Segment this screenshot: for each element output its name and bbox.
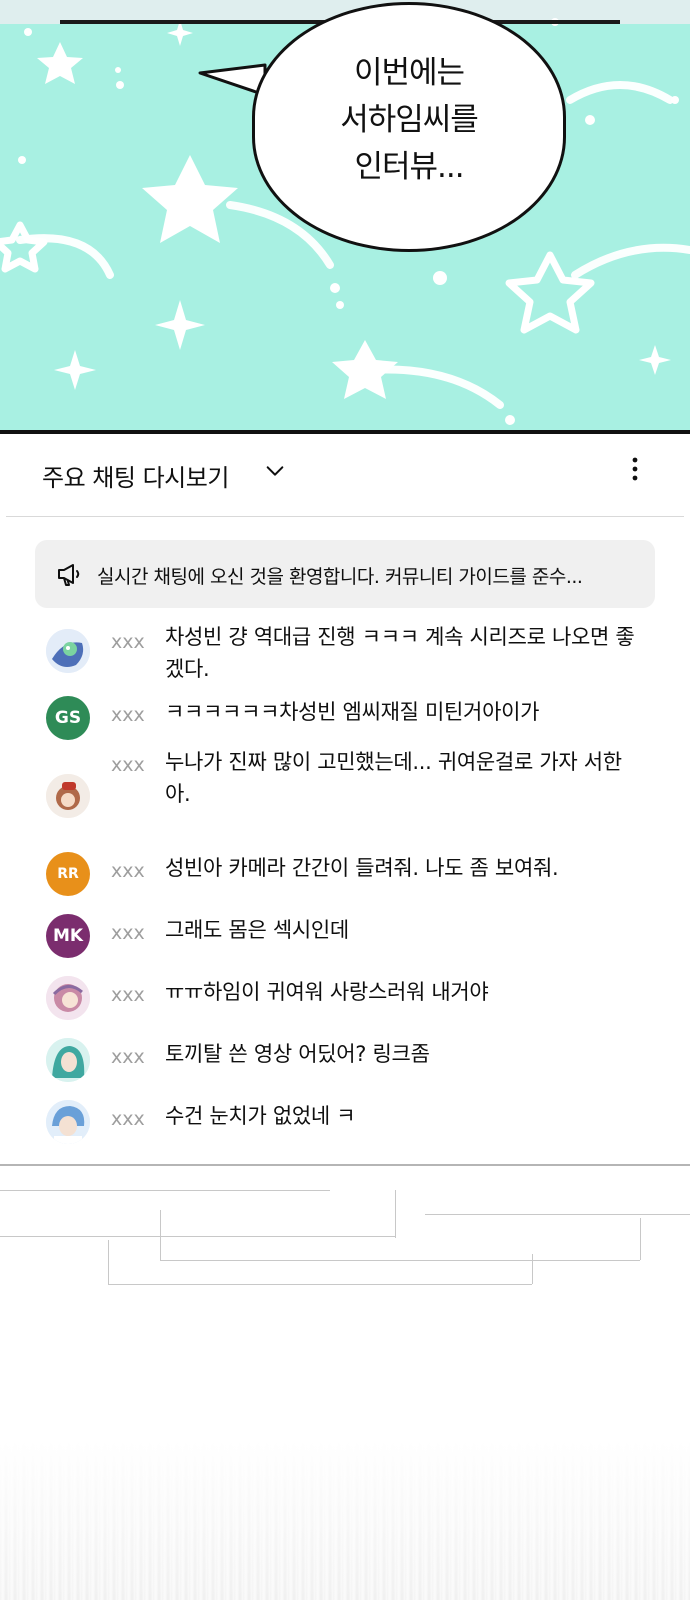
- avatar-image: [46, 1038, 90, 1082]
- message-text: 그래도 몸은 섹시인데: [165, 918, 349, 942]
- avatar-image: [46, 629, 90, 673]
- avatar[interactable]: [46, 774, 90, 818]
- author-name[interactable]: xxx: [111, 984, 145, 1006]
- author-name[interactable]: xxx: [111, 754, 145, 776]
- welcome-banner: 실시간 채팅에 오신 것을 환영합니다. 커뮤니티 가이드를 준수...: [35, 540, 655, 608]
- message-text: 누나가 진짜 많이 고민했는데... 귀여운걸로 가자 서한아.: [165, 750, 622, 806]
- avatar[interactable]: RR: [46, 852, 90, 896]
- avatar-image: [46, 1100, 90, 1144]
- chat-header: 주요 채팅 다시보기: [0, 434, 690, 516]
- glitch-line: [395, 1190, 396, 1238]
- author-name[interactable]: xxx: [111, 1046, 145, 1068]
- author-name[interactable]: xxx: [111, 631, 145, 653]
- avatar-image: [46, 976, 90, 1020]
- chat-mode-title[interactable]: 주요 채팅 다시보기: [42, 458, 229, 493]
- header-divider: [6, 516, 684, 517]
- glitch-line: [0, 1164, 690, 1166]
- message-text: ㅠㅠ하임이 귀여워 사랑스러워 내거야: [165, 980, 489, 1004]
- message-text: 차성빈 걍 역대급 진행 ㅋㅋㅋ 계속 시리즈로 나오면 좋겠다.: [165, 625, 635, 681]
- author-name[interactable]: xxx: [111, 860, 145, 882]
- avatar-initials: RR: [57, 866, 79, 882]
- bubble-line: 이번에는: [353, 55, 465, 91]
- glitch-line: [640, 1218, 641, 1260]
- megaphone-icon: [58, 564, 80, 586]
- avatar[interactable]: GS: [46, 696, 90, 740]
- avatar[interactable]: [46, 629, 90, 673]
- glitch-line: [160, 1236, 395, 1237]
- banner-text: 실시간 채팅에 오신 것을 환영합니다. 커뮤니티 가이드를 준수...: [97, 566, 583, 588]
- avatar[interactable]: [46, 1038, 90, 1082]
- more-vert-icon[interactable]: [620, 454, 650, 484]
- glitch-line: [160, 1260, 640, 1261]
- avatar[interactable]: MK: [46, 914, 90, 958]
- glitch-line: [160, 1210, 161, 1260]
- glitch-line: [0, 1236, 160, 1237]
- message-text: ㅋㅋㅋㅋㅋㅋ차성빈 엠씨재질 미틴거아이가: [165, 700, 540, 724]
- author-name[interactable]: xxx: [111, 1108, 145, 1130]
- speech-bubble-text: 이번에는 서하임씨를 인터뷰...: [252, 50, 566, 191]
- glitch-line: [425, 1214, 690, 1215]
- glitch-line: [108, 1284, 532, 1285]
- chevron-down-icon[interactable]: [264, 460, 286, 482]
- glitch-line: [108, 1240, 109, 1284]
- comic-panel: 이번에는 서하임씨를 인터뷰...: [0, 0, 690, 434]
- message-text: 토끼탈 쓴 영상 어딨어? 링크좀: [165, 1042, 430, 1066]
- author-name[interactable]: xxx: [111, 922, 145, 944]
- glitch-line: [0, 1190, 330, 1191]
- bottom-fade: [0, 1440, 690, 1600]
- bubble-line: 서하임씨를: [340, 102, 479, 138]
- glitch-line: [532, 1254, 533, 1284]
- author-name[interactable]: xxx: [111, 704, 145, 726]
- avatar-initials: MK: [52, 926, 84, 946]
- message-text: 수건 눈치가 없었네 ㅋ: [165, 1104, 356, 1128]
- avatar[interactable]: [46, 1100, 90, 1144]
- bubble-line: 인터뷰...: [354, 149, 464, 185]
- message-text: 성빈아 카메라 간간이 들려줘. 나도 좀 보여줘.: [165, 856, 559, 880]
- avatar-image: [46, 774, 90, 818]
- avatar-initials: GS: [54, 708, 82, 728]
- avatar[interactable]: [46, 976, 90, 1020]
